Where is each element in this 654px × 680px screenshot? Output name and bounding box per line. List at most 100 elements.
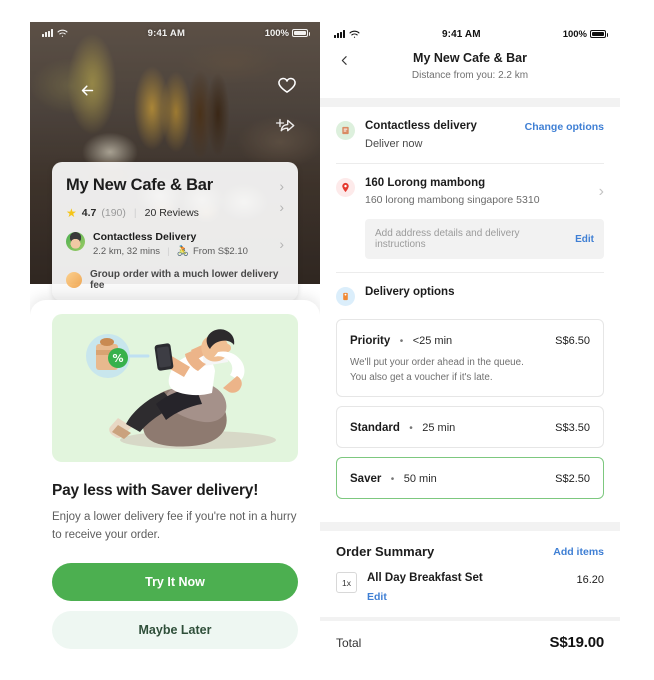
heart-icon[interactable] [276, 75, 298, 97]
map-pin-icon [336, 178, 355, 197]
item-quantity-badge: 1x [336, 572, 357, 594]
option-time: <25 min [412, 335, 453, 347]
battery-icon [590, 30, 608, 38]
svg-text:%: % [112, 352, 123, 365]
man-on-beanbag-with-phone-discount-illustration: % [86, 329, 276, 449]
delivery-options-label-group: Delivery options [365, 286, 604, 298]
reviews-label: 20 Reviews [144, 207, 199, 219]
wifi-icon [349, 30, 360, 38]
rating-divider: | [133, 207, 137, 219]
page-title: My New Cafe & Bar [413, 51, 527, 65]
option-name: Saver [350, 473, 382, 486]
contactless-delivery-icon [336, 121, 355, 140]
rating-group: ★ 4.7 (190) | 20 Reviews [66, 207, 199, 219]
delivery-meta-group: 2.2 km, 32 mins | 🚴 From S$2.10 [93, 246, 248, 257]
address-instructions-placeholder: Add address details and delivery instruc… [375, 228, 520, 250]
right-status-signal-group [334, 30, 360, 39]
restaurant-title-row[interactable]: My New Cafe & Bar › [66, 176, 284, 195]
option-header: Standard • 25 min S$3.50 [350, 418, 590, 436]
share-icon[interactable] [274, 117, 298, 137]
chevron-right-icon[interactable]: › [279, 179, 284, 193]
battery-icon [292, 29, 310, 37]
meta-divider: | [167, 246, 170, 257]
option-header: Priority • <25 min S$6.50 [350, 331, 590, 349]
contactless-delivery-row[interactable]: Contactless Delivery 2.2 km, 32 mins | 🚴… [66, 231, 284, 257]
delivery-options-label: Delivery options [365, 286, 455, 298]
order-summary-header: Order Summary Add items [336, 544, 604, 559]
delivery-option-priority[interactable]: Priority • <25 min S$6.50 We'll put your… [336, 319, 604, 398]
delivery-info-group: Contactless Delivery 2.2 km, 32 mins | 🚴… [66, 231, 248, 257]
chevron-right-icon[interactable]: › [279, 200, 284, 214]
nav-header: My New Cafe & Bar Distance from you: 2.2… [320, 46, 620, 98]
option-price: S$2.50 [555, 473, 590, 486]
contactless-delivery-row[interactable]: Contactless delivery Deliver now Change … [336, 107, 604, 163]
right-status-bar: 9:41 AM 100% [320, 22, 620, 46]
right-status-battery-group: 100% [562, 28, 608, 40]
section-divider [320, 522, 620, 532]
delivery-option-standard[interactable]: Standard • 25 min S$3.50 [336, 406, 604, 449]
option-separator: • [390, 474, 395, 486]
wifi-icon [57, 29, 68, 37]
bicycle-icon: 🚴 [176, 246, 189, 257]
delivery-options-row: Delivery options [336, 273, 604, 319]
try-it-now-button[interactable]: Try It Now [52, 562, 298, 601]
left-phone-screen: 9:41 AM 100% My New Cafe & Bar › ★ 4.7 (… [30, 22, 320, 652]
maybe-later-button[interactable]: Maybe Later [52, 610, 298, 649]
right-phone-screen: 9:41 AM 100% My New Cafe & Bar Distance … [320, 22, 620, 652]
option-name: Standard [350, 422, 400, 435]
add-items-link[interactable]: Add items [553, 545, 604, 558]
avatar [66, 232, 85, 251]
left-status-signal-group [42, 29, 68, 38]
total-row: Total S$19.00 [336, 634, 604, 651]
restaurant-rating-row[interactable]: ★ 4.7 (190) | 20 Reviews › [66, 195, 284, 219]
delivery-text-group: Contactless delivery Deliver now [365, 120, 515, 150]
option-time: 50 min [403, 473, 437, 486]
right-battery-percent: 100% [562, 28, 587, 40]
option-price: S$6.50 [555, 335, 590, 347]
right-status-time: 9:41 AM [442, 28, 481, 40]
delivery-subtitle: Deliver now [365, 138, 423, 150]
rating-count: (190) [101, 207, 126, 219]
back-chevron-icon[interactable] [334, 50, 354, 70]
order-summary-section: Order Summary Add items 1x All Day Break… [320, 531, 620, 617]
back-arrow-icon[interactable] [74, 77, 100, 103]
option-price: S$3.50 [555, 422, 590, 435]
sheet-subtitle: Enjoy a lower delivery fee if you're not… [52, 511, 297, 541]
group-order-icon [66, 272, 82, 288]
address-row[interactable]: 160 Lorong mambong 160 lorong mambong si… [336, 164, 604, 219]
group-order-row-partial[interactable]: Group order with a much lower delivery f… [66, 269, 284, 291]
option-time: 25 min [422, 422, 456, 435]
delivery-option-saver[interactable]: Saver • 50 min S$2.50 [336, 457, 604, 500]
total-section: Total S$19.00 Place Order [320, 621, 620, 652]
group-order-label: Group order with a much lower delivery f… [90, 269, 279, 291]
item-edit-link[interactable]: Edit [367, 591, 566, 603]
section-divider [320, 98, 620, 107]
option-description-line2: You also get a voucher if it's late. [350, 372, 493, 384]
address-instructions-field[interactable]: Add address details and delivery instruc… [365, 219, 604, 259]
option-name: Priority [350, 335, 391, 347]
screenshot-stage: 9:41 AM 100% My New Cafe & Bar › ★ 4.7 (… [0, 0, 654, 680]
address-instructions-edit-link[interactable]: Edit [575, 234, 594, 245]
delivery-options-icon [336, 287, 355, 306]
option-description-line1: We'll put your order ahead in the queue. [350, 357, 524, 368]
address-title: 160 Lorong mambong [365, 177, 486, 189]
total-label: Total [336, 635, 362, 650]
delivery-options-list: Priority • <25 min S$6.50 We'll put your… [320, 319, 620, 522]
restaurant-name: My New Cafe & Bar [66, 176, 213, 194]
rating-value: 4.7 [81, 207, 97, 219]
delivery-fee: From S$2.10 [192, 246, 248, 257]
signal-bars-icon [42, 29, 53, 37]
left-status-bar: 9:41 AM 100% [30, 22, 320, 44]
left-status-battery-group: 100% [264, 27, 310, 39]
signal-bars-icon [334, 30, 345, 38]
delivery-title: Contactless delivery [365, 120, 477, 132]
chevron-right-icon[interactable]: › [599, 183, 604, 201]
delivery-distance-time: 2.2 km, 32 mins [93, 246, 161, 257]
address-subtitle: 160 lorong mambong singapore 5310 [365, 194, 540, 206]
restaurant-info-card[interactable]: My New Cafe & Bar › ★ 4.7 (190) | 20 Rev… [52, 162, 298, 301]
change-options-link[interactable]: Change options [525, 120, 604, 133]
chevron-right-icon[interactable]: › [279, 237, 284, 251]
order-item-row[interactable]: 1x All Day Breakfast Set Edit 16.20 [336, 559, 604, 617]
left-status-time: 9:41 AM [147, 27, 186, 39]
left-battery-percent: 100% [264, 27, 289, 39]
